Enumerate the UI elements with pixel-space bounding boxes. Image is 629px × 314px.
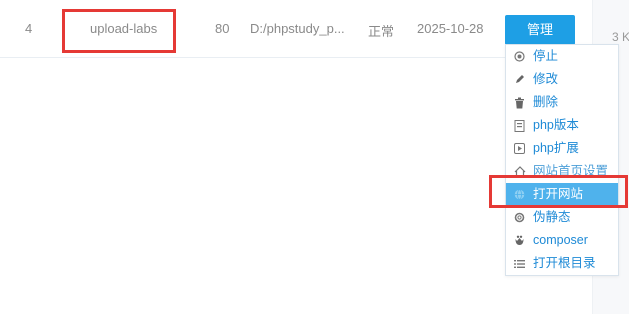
manage-button[interactable]: 管理	[505, 15, 575, 45]
menu-item-label: 打开网站	[533, 187, 584, 201]
trash-icon	[513, 96, 526, 109]
menu-item-stop[interactable]: 停止	[506, 45, 618, 68]
menu-item-label: composer	[533, 233, 588, 247]
php-extension-icon	[513, 142, 526, 155]
row-id: 4	[25, 21, 33, 36]
menu-item-open-site[interactable]: 打开网站	[506, 183, 618, 206]
menu-item-homepage-settings[interactable]: 网站首页设置	[506, 160, 618, 183]
site-name[interactable]: upload-labs	[90, 21, 157, 36]
list-icon	[513, 257, 526, 270]
menu-item-label: 伪静态	[533, 210, 571, 224]
menu-item-rewrite[interactable]: 伪静态	[506, 206, 618, 229]
menu-item-edit[interactable]: 修改	[506, 68, 618, 91]
menu-item-label: 删除	[533, 95, 559, 109]
menu-item-label: 停止	[533, 49, 559, 63]
menu-item-php-extension[interactable]: php扩展	[506, 137, 618, 160]
edit-icon	[513, 73, 526, 86]
menu-item-composer[interactable]: composer	[506, 229, 618, 252]
site-port: 80	[215, 21, 230, 36]
table-row: 4 upload-labs 80 D:/phpstudy_p... 正常 202…	[0, 0, 592, 58]
php-version-icon	[513, 119, 526, 132]
menu-item-label: 修改	[533, 72, 559, 86]
site-path: D:/phpstudy_p...	[250, 21, 345, 36]
menu-item-php-version[interactable]: php版本	[506, 114, 618, 137]
stop-icon	[513, 50, 526, 63]
size-text: 3 K	[612, 30, 629, 44]
settings-icon	[513, 211, 526, 224]
menu-item-label: php扩展	[533, 141, 579, 155]
menu-item-label: php版本	[533, 118, 579, 132]
menu-item-open-root[interactable]: 打开根目录	[506, 252, 618, 275]
manage-dropdown-menu: 停止 修改 删除 php版本 php扩展 网站首页设置 打开网站 伪静态 com…	[505, 44, 619, 276]
site-status: 正常	[368, 24, 395, 39]
menu-item-label: 打开根目录	[533, 256, 596, 270]
globe-icon	[513, 188, 526, 201]
composer-icon	[513, 234, 526, 247]
site-table: 4 upload-labs 80 D:/phpstudy_p... 正常 202…	[0, 0, 592, 314]
home-icon	[513, 165, 526, 178]
site-date: 2025-10-28	[417, 21, 484, 36]
menu-item-delete[interactable]: 删除	[506, 91, 618, 114]
menu-item-label: 网站首页设置	[533, 164, 609, 178]
